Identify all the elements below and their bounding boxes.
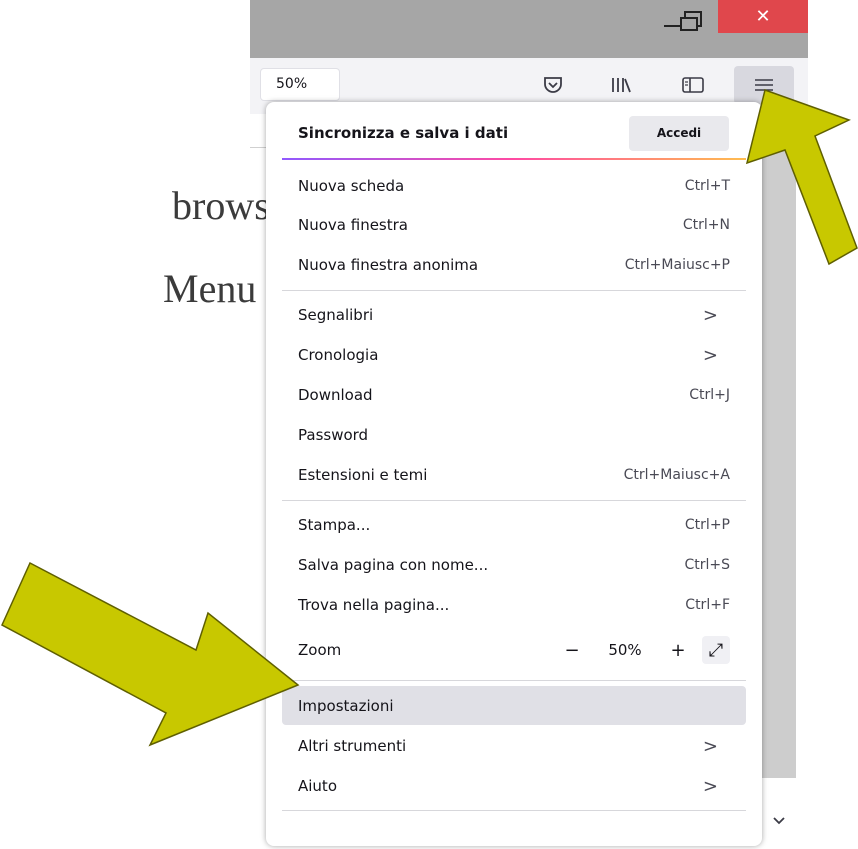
menu-item-shortcut: Ctrl+P: [684, 517, 730, 533]
menu-item-shortcut: Ctrl+J: [689, 387, 730, 403]
sign-in-button[interactable]: Accedi: [629, 116, 729, 151]
sidebar-icon[interactable]: [678, 72, 708, 98]
pocket-icon[interactable]: [538, 72, 568, 98]
menu-item-label: Zoom: [298, 641, 342, 659]
chevron-right-icon: >: [702, 775, 718, 797]
scroll-down-button[interactable]: [762, 800, 796, 840]
menu-separator: [282, 680, 746, 681]
menu-item-addons-themes[interactable]: Estensioni e temi Ctrl+Maiusc+A: [298, 455, 730, 495]
restore-icon: [680, 11, 702, 31]
menu-item-label: Trova nella pagina...: [298, 596, 450, 614]
menu-item-shortcut: Ctrl+Maiusc+P: [624, 257, 730, 273]
zoom-out-button[interactable]: −: [558, 636, 586, 664]
app-menu-panel: Sincronizza e salva i dati Accedi Nuova …: [266, 102, 762, 846]
menu-item-label: Password: [298, 426, 369, 444]
menu-item-new-private-window[interactable]: Nuova finestra anonima Ctrl+Maiusc+P: [298, 245, 730, 285]
menu-item-passwords[interactable]: Password: [298, 415, 730, 455]
menu-item-shortcut: Ctrl+Maiusc+A: [623, 467, 730, 483]
maximize-button[interactable]: [670, 6, 716, 32]
menu-item-downloads[interactable]: Download Ctrl+J: [298, 375, 730, 415]
zoom-indicator[interactable]: 50%: [260, 68, 340, 101]
chevron-down-icon: [773, 817, 785, 825]
menu-item-shortcut: Ctrl+S: [684, 557, 730, 573]
menu-item-label: Altri strumenti: [298, 737, 407, 755]
menu-item-shortcut: Ctrl+N: [682, 217, 730, 233]
menu-item-label: Segnalibri: [298, 306, 374, 324]
menu-item-label: Salva pagina con nome...: [298, 556, 489, 574]
menu-item-bookmarks[interactable]: Segnalibri >: [298, 295, 730, 335]
zoom-in-button[interactable]: +: [664, 636, 692, 664]
sync-row: Sincronizza e salva i dati Accedi: [266, 102, 762, 159]
menu-item-label: Estensioni e temi: [298, 466, 428, 484]
sync-label: Sincronizza e salva i dati: [298, 124, 509, 142]
menu-item-label: Download: [298, 386, 373, 404]
sync-divider: [282, 158, 746, 160]
menu-item-label: Nuova finestra: [298, 216, 408, 234]
arrow-pointer-icon: [1, 561, 300, 747]
menu-item-settings[interactable]: Impostazioni: [298, 686, 730, 726]
menu-item-more-tools[interactable]: Altri strumenti >: [298, 726, 730, 766]
menu-item-print[interactable]: Stampa... Ctrl+P: [298, 505, 730, 545]
close-icon: ✕: [755, 6, 771, 27]
menu-item-label: Nuova scheda: [298, 177, 405, 195]
close-button[interactable]: ✕: [718, 0, 808, 33]
menu-item-help[interactable]: Aiuto >: [298, 766, 730, 806]
arrow-pointer-icon: [745, 89, 858, 266]
menu-separator: [282, 810, 746, 811]
menu-item-label: Aiuto: [298, 777, 337, 795]
menu-separator: [282, 290, 746, 291]
menu-item-label: Impostazioni: [298, 697, 394, 715]
menu-item-label: Nuova finestra anonima: [298, 256, 479, 274]
chevron-right-icon: >: [702, 304, 718, 326]
menu-item-new-tab[interactable]: Nuova scheda Ctrl+T: [298, 166, 730, 206]
window-titlebar: ✕: [250, 0, 808, 58]
menu-item-zoom: Zoom − 50% + ⤢: [298, 630, 730, 670]
chevron-right-icon: >: [702, 735, 718, 757]
menu-item-save-page[interactable]: Salva pagina con nome... Ctrl+S: [298, 545, 730, 585]
menu-item-shortcut: Ctrl+T: [684, 178, 730, 194]
chevron-right-icon: >: [702, 344, 718, 366]
library-icon[interactable]: [606, 72, 636, 98]
menu-item-new-window[interactable]: Nuova finestra Ctrl+N: [298, 205, 730, 245]
menu-separator: [282, 500, 746, 501]
menu-item-history[interactable]: Cronologia >: [298, 335, 730, 375]
menu-item-label: Stampa...: [298, 516, 371, 534]
menu-item-label: Cronologia: [298, 346, 379, 364]
zoom-value[interactable]: 50%: [596, 641, 654, 659]
fullscreen-icon[interactable]: ⤢: [702, 636, 730, 664]
menu-item-shortcut: Ctrl+F: [685, 597, 730, 613]
zoom-controls: − 50% + ⤢: [558, 636, 730, 664]
menu-item-find-in-page[interactable]: Trova nella pagina... Ctrl+F: [298, 585, 730, 625]
